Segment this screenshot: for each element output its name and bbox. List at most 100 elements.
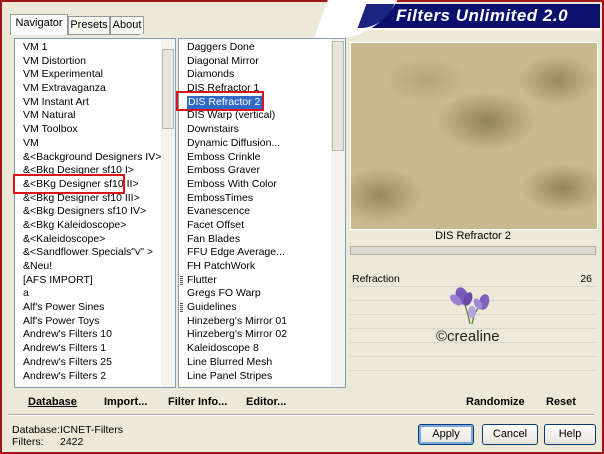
filter-scroll-thumb[interactable]	[332, 41, 344, 151]
randomize-button[interactable]: Randomize	[466, 396, 525, 408]
category-list-item[interactable]: VM 1	[15, 41, 161, 55]
category-list-item-label: VM Toolbox	[23, 123, 78, 136]
category-list-item[interactable]: VM Distortion	[15, 55, 161, 69]
watermark-text: ©crealine	[436, 328, 500, 345]
parameter-label: Refraction	[352, 273, 400, 285]
filter-list-item[interactable]: FFU Edge Average...	[179, 246, 331, 260]
filters-count-label: Filters:	[12, 436, 44, 448]
category-list-item[interactable]: Alf's Power Toys	[15, 315, 161, 329]
filter-list-item[interactable]: Emboss Graver	[179, 164, 331, 178]
filter-list-item[interactable]: Kaleidoscope 8	[179, 342, 331, 356]
filter-list-item-label: Line Panel Stripes	[187, 369, 273, 382]
category-list-item-label: &Neu!	[23, 260, 53, 272]
filter-list-item[interactable]: Facet Offset	[179, 219, 331, 233]
category-list-item[interactable]: VM Toolbox	[15, 123, 161, 137]
filter-highlight-box	[176, 91, 264, 111]
cancel-button[interactable]: Cancel	[482, 424, 538, 445]
help-button[interactable]: Help	[544, 424, 596, 445]
filter-list-item-label: Downstairs	[187, 123, 239, 136]
tab-about[interactable]: About	[110, 16, 144, 34]
category-list-item[interactable]: VM Extravaganza	[15, 82, 161, 96]
category-list-item[interactable]: Andrew's Filters 2	[15, 370, 161, 384]
category-list-item[interactable]: a	[15, 287, 161, 301]
filter-list-item[interactable]: Diamonds	[179, 68, 331, 82]
category-scroll-thumb[interactable]	[162, 49, 174, 129]
category-highlight-box	[13, 174, 125, 194]
category-list-item-label: VM	[23, 136, 39, 149]
filter-list-item[interactable]: Hinzeberg's Mirror 01	[179, 315, 331, 329]
filter-list-item-label: Guidelines	[187, 301, 237, 314]
category-list-item[interactable]: Andrew's Filters 10	[15, 328, 161, 342]
category-list-item[interactable]: Alf's Power Sines	[15, 301, 161, 315]
category-list-item[interactable]: &Neu!	[15, 260, 161, 274]
category-list-item[interactable]: &<Kaleidoscope>	[15, 233, 161, 247]
category-list-item[interactable]: &<Background Designers IV>	[15, 151, 161, 165]
category-list-item[interactable]: VM	[15, 137, 161, 151]
tab-navigator[interactable]: Navigator	[10, 14, 68, 35]
filter-list-item[interactable]: Emboss Crinkle	[179, 151, 331, 165]
filter-list-item-label: Emboss Graver	[187, 164, 260, 177]
filter-list-item[interactable]: Daggers Done	[179, 41, 331, 55]
filter-list-item-label: Line Blurred Mesh	[187, 355, 273, 368]
category-list-item-label: Andrew's Filters 2	[23, 369, 107, 382]
category-list[interactable]: VM 1 VM Distortion VM Experimental VM Extra…	[15, 39, 161, 387]
database-label: Database:	[12, 424, 60, 436]
filter-list-item-label: Flutter	[187, 273, 217, 286]
category-list-item-label: Andrew's Filters 10	[23, 328, 112, 341]
filter-list-item[interactable]: EmbossTimes	[179, 192, 331, 206]
import-button[interactable]: Import...	[104, 396, 147, 408]
category-list-item[interactable]: Andrew's Filters 25	[15, 356, 161, 370]
category-scrollbar[interactable]	[161, 39, 175, 387]
filter-list-item[interactable]: Emboss With Color	[179, 178, 331, 192]
filter-list-item[interactable]: Flutter	[179, 274, 331, 288]
parameter-value[interactable]: 26	[580, 273, 592, 285]
filter-list-item[interactable]: Line Blurred Mesh	[179, 356, 331, 370]
filter-list-item[interactable]: Guidelines	[179, 301, 331, 315]
filter-preview	[350, 42, 598, 230]
filter-list-item[interactable]: DIS Warp (vertical)	[179, 109, 331, 123]
filter-info-button[interactable]: Filter Info...	[168, 396, 227, 408]
filter-list-item-label: Evanescence	[187, 205, 251, 218]
filter-list-item[interactable]: Dynamic Diffusion...	[179, 137, 331, 151]
filter-list-item[interactable]: Diagonal Mirror	[179, 55, 331, 69]
category-list-item[interactable]: VM Natural	[15, 109, 161, 123]
category-list-item-label: Alf's Power Sines	[23, 301, 105, 314]
category-list-item[interactable]: [AFS IMPORT]	[15, 274, 161, 288]
category-list-item-label: VM Experimental	[23, 68, 103, 81]
apply-button[interactable]: Apply	[418, 424, 474, 445]
filter-list-item-label: Diagonal Mirror	[187, 54, 259, 67]
title-banner: Filters Unlimited 2.0	[313, 0, 600, 38]
tab-presets[interactable]: Presets	[68, 16, 110, 34]
category-list-item[interactable]: Andrew's Filters 1	[15, 342, 161, 356]
category-list-item[interactable]: VM Instant Art	[15, 96, 161, 110]
filter-list-item[interactable]: FH PatchWork	[179, 260, 331, 274]
filter-list-item-label: FFU Edge Average...	[187, 246, 285, 259]
filter-list-item-label: Hinzeberg's Mirror 02	[187, 328, 288, 341]
filter-list-item[interactable]: Line Panel Stripes	[179, 370, 331, 384]
category-list-item[interactable]: VM Experimental	[15, 68, 161, 82]
filter-list-item-label: Hinzeberg's Mirror 01	[187, 314, 288, 327]
category-list-item-label: VM 1	[23, 41, 48, 53]
filter-list-item[interactable]: Gregs FO Warp	[179, 287, 331, 301]
preview-slider[interactable]	[350, 246, 596, 255]
category-list-item-label: &<Bkg Kaleidoscope>	[23, 218, 127, 231]
category-list-item[interactable]: &<Bkg Designers sf10 IV>	[15, 205, 161, 219]
category-list-item-label: &<Bkg Designers sf10 IV>	[23, 205, 147, 218]
editor-button[interactable]: Editor...	[246, 396, 286, 408]
filter-list-item-label: Gregs FO Warp	[187, 287, 261, 300]
category-list-item-label: VM Extravaganza	[23, 82, 106, 95]
category-list-item[interactable]: &<Bkg Kaleidoscope>	[15, 219, 161, 233]
filter-list-item[interactable]: Evanescence	[179, 205, 331, 219]
footer-divider	[8, 414, 594, 416]
filter-list-item-label: Emboss With Color	[187, 177, 277, 190]
filter-list-item[interactable]: Fan Blades	[179, 233, 331, 247]
filter-list-item-label: Kaleidoscope 8	[187, 342, 259, 355]
filter-list-item[interactable]: Downstairs	[179, 123, 331, 137]
database-button[interactable]: Database	[28, 396, 77, 408]
reset-button[interactable]: Reset	[546, 396, 576, 408]
filter-scrollbar[interactable]	[331, 39, 345, 387]
filter-list-item[interactable]: Hinzeberg's Mirror 02	[179, 328, 331, 342]
category-list-item[interactable]: &<Sandflower Specials"v" >	[15, 246, 161, 260]
crealine-watermark: ©crealine	[432, 284, 522, 348]
filter-list-item-label: Fan Blades	[187, 232, 241, 245]
